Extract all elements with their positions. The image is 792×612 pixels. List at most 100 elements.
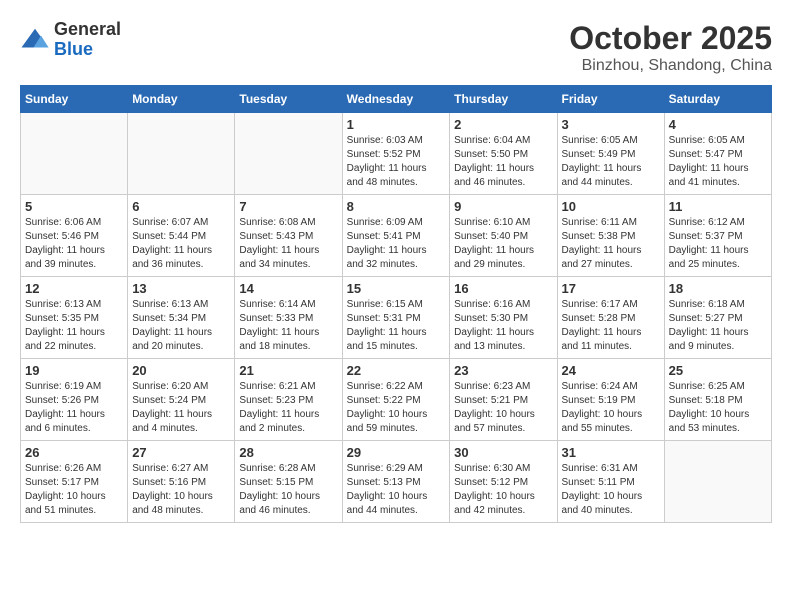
day-number: 10 bbox=[562, 199, 660, 214]
day-info: Sunrise: 6:03 AM Sunset: 5:52 PM Dayligh… bbox=[347, 134, 446, 190]
calendar-cell: 21 Sunrise: 6:21 AM Sunset: 5:23 PM Dayli… bbox=[235, 359, 342, 441]
calendar-cell: 9 Sunrise: 6:10 AM Sunset: 5:40 PM Daylig… bbox=[450, 195, 557, 277]
day-info: Sunrise: 6:19 AM Sunset: 5:26 PM Dayligh… bbox=[25, 380, 123, 436]
day-number: 18 bbox=[669, 281, 767, 296]
week-row-3: 12 Sunrise: 6:13 AM Sunset: 5:35 PM Dayli… bbox=[21, 277, 772, 359]
day-info: Sunrise: 6:21 AM Sunset: 5:23 PM Dayligh… bbox=[239, 380, 337, 436]
day-info: Sunrise: 6:24 AM Sunset: 5:19 PM Dayligh… bbox=[562, 380, 660, 436]
calendar-cell bbox=[664, 441, 771, 523]
calendar-cell: 15Sunrise: 6:15 AM Sunset: 5:31 PM Dayli… bbox=[342, 277, 450, 359]
calendar-cell: 19 Sunrise: 6:19 AM Sunset: 5:26 PM Dayli… bbox=[21, 359, 128, 441]
day-number: 23 bbox=[454, 363, 552, 378]
day-info: Sunrise: 6:20 AM Sunset: 5:24 PM Dayligh… bbox=[132, 380, 230, 436]
page-header: General Blue October 2025 Binzhou, Shand… bbox=[20, 20, 772, 75]
day-number: 9 bbox=[454, 199, 552, 214]
logo: General Blue bbox=[20, 20, 121, 60]
day-number: 16 bbox=[454, 281, 552, 296]
week-row-5: 26Sunrise: 6:26 AM Sunset: 5:17 PM Dayli… bbox=[21, 441, 772, 523]
day-number: 21 bbox=[239, 363, 337, 378]
day-info: Sunrise: 6:09 AM Sunset: 5:41 PM Dayligh… bbox=[347, 216, 446, 272]
day-info: Sunrise: 6:08 AM Sunset: 5:43 PM Dayligh… bbox=[239, 216, 337, 272]
calendar-cell: 5Sunrise: 6:06 AM Sunset: 5:46 PM Daylig… bbox=[21, 195, 128, 277]
day-number: 29 bbox=[347, 445, 446, 460]
day-info: Sunrise: 6:30 AM Sunset: 5:12 PM Dayligh… bbox=[454, 462, 552, 518]
day-info: Sunrise: 6:13 AM Sunset: 5:34 PM Dayligh… bbox=[132, 298, 230, 354]
day-info: Sunrise: 6:23 AM Sunset: 5:21 PM Dayligh… bbox=[454, 380, 552, 436]
logo-icon bbox=[20, 25, 50, 55]
calendar-cell: 10 Sunrise: 6:11 AM Sunset: 5:38 PM Dayli… bbox=[557, 195, 664, 277]
day-info: Sunrise: 6:05 AM Sunset: 5:49 PM Dayligh… bbox=[562, 134, 660, 190]
day-number: 28 bbox=[239, 445, 337, 460]
calendar-cell bbox=[235, 113, 342, 195]
calendar-cell: 3Sunrise: 6:05 AM Sunset: 5:49 PM Daylig… bbox=[557, 113, 664, 195]
calendar-cell: 31Sunrise: 6:31 AM Sunset: 5:11 PM Dayli… bbox=[557, 441, 664, 523]
day-number: 19 bbox=[25, 363, 123, 378]
calendar-cell: 27 Sunrise: 6:27 AM Sunset: 5:16 PM Dayli… bbox=[128, 441, 235, 523]
day-info: Sunrise: 6:14 AM Sunset: 5:33 PM Dayligh… bbox=[239, 298, 337, 354]
day-number: 25 bbox=[669, 363, 767, 378]
calendar-cell: 17 Sunrise: 6:17 AM Sunset: 5:28 PM Dayli… bbox=[557, 277, 664, 359]
calendar-cell: 29 Sunrise: 6:29 AM Sunset: 5:13 PM Dayli… bbox=[342, 441, 450, 523]
calendar-cell bbox=[128, 113, 235, 195]
calendar-table: Sunday Monday Tuesday Wednesday Thursday… bbox=[20, 85, 772, 523]
calendar-cell: 11 Sunrise: 6:12 AM Sunset: 5:37 PM Dayli… bbox=[664, 195, 771, 277]
day-info: Sunrise: 6:05 AM Sunset: 5:47 PM Dayligh… bbox=[669, 134, 767, 190]
day-number: 6 bbox=[132, 199, 230, 214]
day-info: Sunrise: 6:17 AM Sunset: 5:28 PM Dayligh… bbox=[562, 298, 660, 354]
calendar-cell: 28Sunrise: 6:28 AM Sunset: 5:15 PM Dayli… bbox=[235, 441, 342, 523]
day-number: 1 bbox=[347, 117, 446, 132]
header-thursday: Thursday bbox=[450, 86, 557, 113]
month-title: October 2025 bbox=[569, 20, 772, 57]
day-number: 20 bbox=[132, 363, 230, 378]
calendar-cell: 13 Sunrise: 6:13 AM Sunset: 5:34 PM Dayli… bbox=[128, 277, 235, 359]
calendar-cell: 14Sunrise: 6:14 AM Sunset: 5:33 PM Dayli… bbox=[235, 277, 342, 359]
week-row-2: 5Sunrise: 6:06 AM Sunset: 5:46 PM Daylig… bbox=[21, 195, 772, 277]
weekday-header-row: Sunday Monday Tuesday Wednesday Thursday… bbox=[21, 86, 772, 113]
day-number: 8 bbox=[347, 199, 446, 214]
day-info: Sunrise: 6:15 AM Sunset: 5:31 PM Dayligh… bbox=[347, 298, 446, 354]
day-info: Sunrise: 6:27 AM Sunset: 5:16 PM Dayligh… bbox=[132, 462, 230, 518]
title-block: October 2025 Binzhou, Shandong, China bbox=[569, 20, 772, 75]
calendar-cell bbox=[21, 113, 128, 195]
logo-blue: Blue bbox=[54, 40, 121, 60]
calendar-cell: 24 Sunrise: 6:24 AM Sunset: 5:19 PM Dayli… bbox=[557, 359, 664, 441]
day-info: Sunrise: 6:29 AM Sunset: 5:13 PM Dayligh… bbox=[347, 462, 446, 518]
location-subtitle: Binzhou, Shandong, China bbox=[569, 57, 772, 75]
day-info: Sunrise: 6:16 AM Sunset: 5:30 PM Dayligh… bbox=[454, 298, 552, 354]
day-number: 11 bbox=[669, 199, 767, 214]
day-number: 13 bbox=[132, 281, 230, 296]
calendar-cell: 1 Sunrise: 6:03 AM Sunset: 5:52 PM Daylig… bbox=[342, 113, 450, 195]
day-number: 30 bbox=[454, 445, 552, 460]
header-sunday: Sunday bbox=[21, 86, 128, 113]
day-info: Sunrise: 6:11 AM Sunset: 5:38 PM Dayligh… bbox=[562, 216, 660, 272]
day-info: Sunrise: 6:31 AM Sunset: 5:11 PM Dayligh… bbox=[562, 462, 660, 518]
day-info: Sunrise: 6:07 AM Sunset: 5:44 PM Dayligh… bbox=[132, 216, 230, 272]
day-info: Sunrise: 6:25 AM Sunset: 5:18 PM Dayligh… bbox=[669, 380, 767, 436]
day-info: Sunrise: 6:10 AM Sunset: 5:40 PM Dayligh… bbox=[454, 216, 552, 272]
calendar-cell: 22Sunrise: 6:22 AM Sunset: 5:22 PM Dayli… bbox=[342, 359, 450, 441]
calendar-cell: 18 Sunrise: 6:18 AM Sunset: 5:27 PM Dayli… bbox=[664, 277, 771, 359]
day-number: 12 bbox=[25, 281, 123, 296]
calendar-cell: 6 Sunrise: 6:07 AM Sunset: 5:44 PM Daylig… bbox=[128, 195, 235, 277]
calendar-cell: 23 Sunrise: 6:23 AM Sunset: 5:21 PM Dayli… bbox=[450, 359, 557, 441]
calendar-cell: 25 Sunrise: 6:25 AM Sunset: 5:18 PM Dayli… bbox=[664, 359, 771, 441]
day-info: Sunrise: 6:18 AM Sunset: 5:27 PM Dayligh… bbox=[669, 298, 767, 354]
day-number: 22 bbox=[347, 363, 446, 378]
calendar-cell: 30 Sunrise: 6:30 AM Sunset: 5:12 PM Dayli… bbox=[450, 441, 557, 523]
day-number: 17 bbox=[562, 281, 660, 296]
day-number: 4 bbox=[669, 117, 767, 132]
day-number: 2 bbox=[454, 117, 552, 132]
week-row-4: 19 Sunrise: 6:19 AM Sunset: 5:26 PM Dayli… bbox=[21, 359, 772, 441]
day-info: Sunrise: 6:12 AM Sunset: 5:37 PM Dayligh… bbox=[669, 216, 767, 272]
calendar-cell: 16 Sunrise: 6:16 AM Sunset: 5:30 PM Dayli… bbox=[450, 277, 557, 359]
day-number: 5 bbox=[25, 199, 123, 214]
logo-general: General bbox=[54, 20, 121, 40]
calendar-cell: 8 Sunrise: 6:09 AM Sunset: 5:41 PM Daylig… bbox=[342, 195, 450, 277]
day-number: 7 bbox=[239, 199, 337, 214]
day-info: Sunrise: 6:04 AM Sunset: 5:50 PM Dayligh… bbox=[454, 134, 552, 190]
day-number: 26 bbox=[25, 445, 123, 460]
day-info: Sunrise: 6:13 AM Sunset: 5:35 PM Dayligh… bbox=[25, 298, 123, 354]
day-number: 24 bbox=[562, 363, 660, 378]
day-number: 27 bbox=[132, 445, 230, 460]
header-wednesday: Wednesday bbox=[342, 86, 450, 113]
